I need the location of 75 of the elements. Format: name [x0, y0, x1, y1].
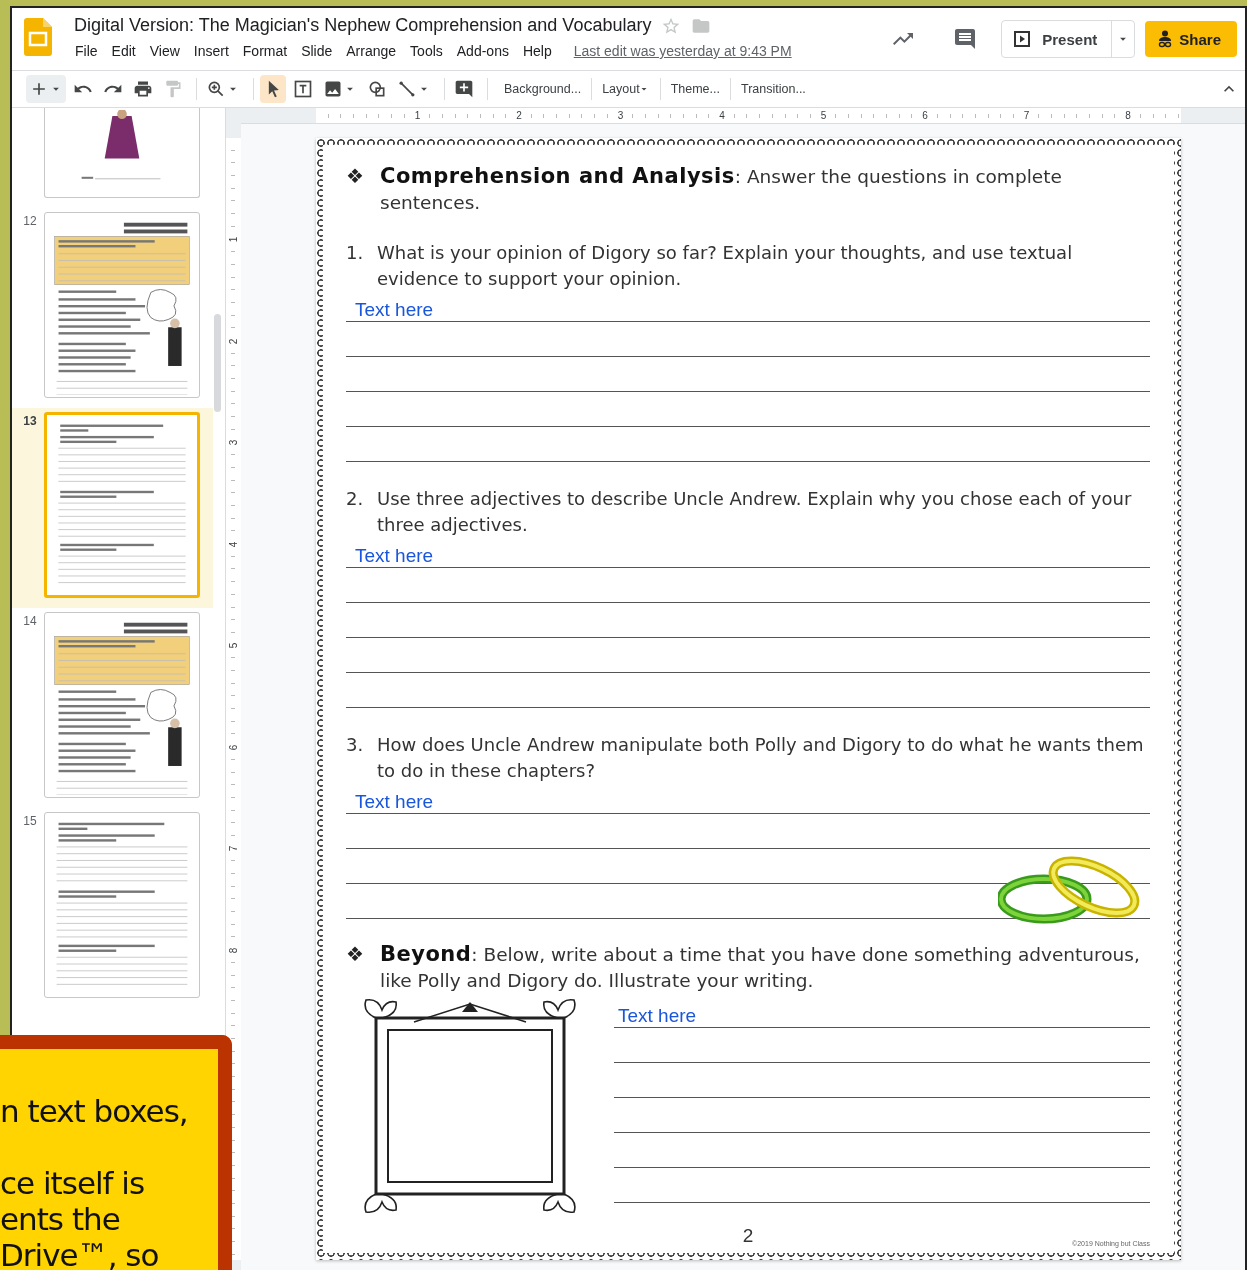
toolbar-button[interactable]: Background...: [494, 78, 592, 100]
toolbar-button[interactable]: Theme...: [660, 78, 730, 100]
ruler-number: 8: [228, 947, 239, 953]
ruler-number: 6: [228, 744, 239, 750]
text-box-placeholder[interactable]: Text here: [618, 1005, 697, 1027]
info-text: Drive™, so: [0, 1237, 160, 1270]
ruler-number: 4: [718, 110, 726, 121]
section-instructions: Comprehension and Analysis: Answer the questions in complete sentences.: [380, 163, 1063, 215]
slide-thumbnail[interactable]: [44, 612, 200, 798]
section-instructions: Beyond: Below, write about a time that you have done something adventurous, like Polly and Digory do. Illustrate your writing.: [380, 941, 1141, 993]
share-person-icon: [1157, 30, 1174, 48]
question-text: Use three adjectives to describe Uncle Andrew. Explain why you chose each of your three adjectives.: [377, 487, 1133, 537]
cursor-tool[interactable]: [260, 75, 286, 103]
text-box-placeholder[interactable]: Text here: [355, 791, 434, 813]
text-box-placeholder[interactable]: Text here: [355, 299, 434, 321]
zoom-icon: [206, 79, 226, 99]
scrollbar[interactable]: [214, 314, 221, 412]
question-text: How does Uncle Andrew manipulate both Polly and Digory to do what he wants them to do in these chapters?: [377, 733, 1145, 783]
present-icon: [1014, 31, 1031, 47]
ruler-number: 1: [413, 110, 422, 121]
add-comment-icon: [454, 79, 474, 99]
question-number: 1.: [346, 241, 365, 265]
question-number: 3.: [346, 733, 365, 757]
share-button[interactable]: Share: [1145, 21, 1237, 57]
bullet-icon: ❖: [346, 163, 380, 216]
info-text: ents the: [0, 1201, 121, 1237]
slide-thumbnail[interactable]: [44, 812, 200, 998]
question-text: What is your opinion of Digory so far? Explain your thoughts, and use textual evidence to support your opinion.: [377, 241, 1074, 291]
slide-number: 13: [22, 413, 38, 430]
slide-number: 14: [22, 613, 38, 630]
menu-item[interactable]: Tools: [403, 40, 450, 62]
menu-item[interactable]: Slide: [294, 40, 340, 62]
ruler-number: 7: [1022, 110, 1031, 121]
menu-item[interactable]: View: [142, 40, 187, 62]
slide-thumbnail[interactable]: [44, 212, 200, 398]
menu-item[interactable]: Edit: [104, 40, 143, 62]
menu-item[interactable]: File: [68, 40, 105, 62]
toolbar-button[interactable]: Transition...: [731, 78, 816, 100]
page-number: 2: [742, 1225, 754, 1247]
question-number: 2.: [346, 487, 365, 511]
ruler-number: 2: [228, 338, 239, 344]
slide-thumbnail[interactable]: [44, 108, 200, 198]
info-text: n text boxes,: [0, 1093, 189, 1129]
menu-item[interactable]: Insert: [186, 40, 236, 62]
ruler-number: 5: [819, 110, 828, 121]
document-title[interactable]: Digital Version: The Magician's Nephew Comprehension and Vocabulary: [74, 15, 652, 36]
menu-item[interactable]: Help: [515, 40, 559, 62]
print-icon: [133, 79, 153, 99]
ruler-number: 4: [228, 541, 239, 547]
line-icon: [397, 79, 417, 99]
menu-item[interactable]: Arrange: [339, 40, 404, 62]
ruler-number: 8: [1124, 110, 1132, 121]
paint-roller-icon: [163, 79, 183, 99]
image-icon: [323, 79, 343, 99]
ruler-number: 2: [515, 110, 523, 121]
slide-number: 12: [22, 213, 38, 230]
ruler-number: 3: [228, 439, 239, 446]
ruler-number: 6: [921, 110, 929, 121]
bullet-icon: ❖: [346, 941, 380, 994]
slide-number: 15: [22, 813, 38, 830]
info-text: ce itself is: [0, 1165, 146, 1201]
menu-item[interactable]: Add-ons: [449, 40, 516, 62]
slide-thumbnail[interactable]: [44, 412, 200, 598]
ruler-number: 5: [228, 642, 239, 649]
comments-icon[interactable]: [953, 27, 978, 51]
text-box-icon: [293, 79, 313, 99]
menu-item[interactable]: Format: [235, 40, 295, 62]
ruler-number: 3: [616, 110, 625, 121]
ruler-number: 7: [228, 845, 239, 852]
last-edit-link[interactable]: Last edit was yesterday at 9:43 PM: [573, 43, 792, 59]
add-tool[interactable]: [26, 75, 66, 103]
text-box-placeholder[interactable]: Text here: [355, 545, 434, 567]
ruler-number: 1: [228, 236, 239, 243]
shapes-icon: [367, 79, 387, 99]
toolbar-button[interactable]: Layout: [592, 78, 660, 100]
